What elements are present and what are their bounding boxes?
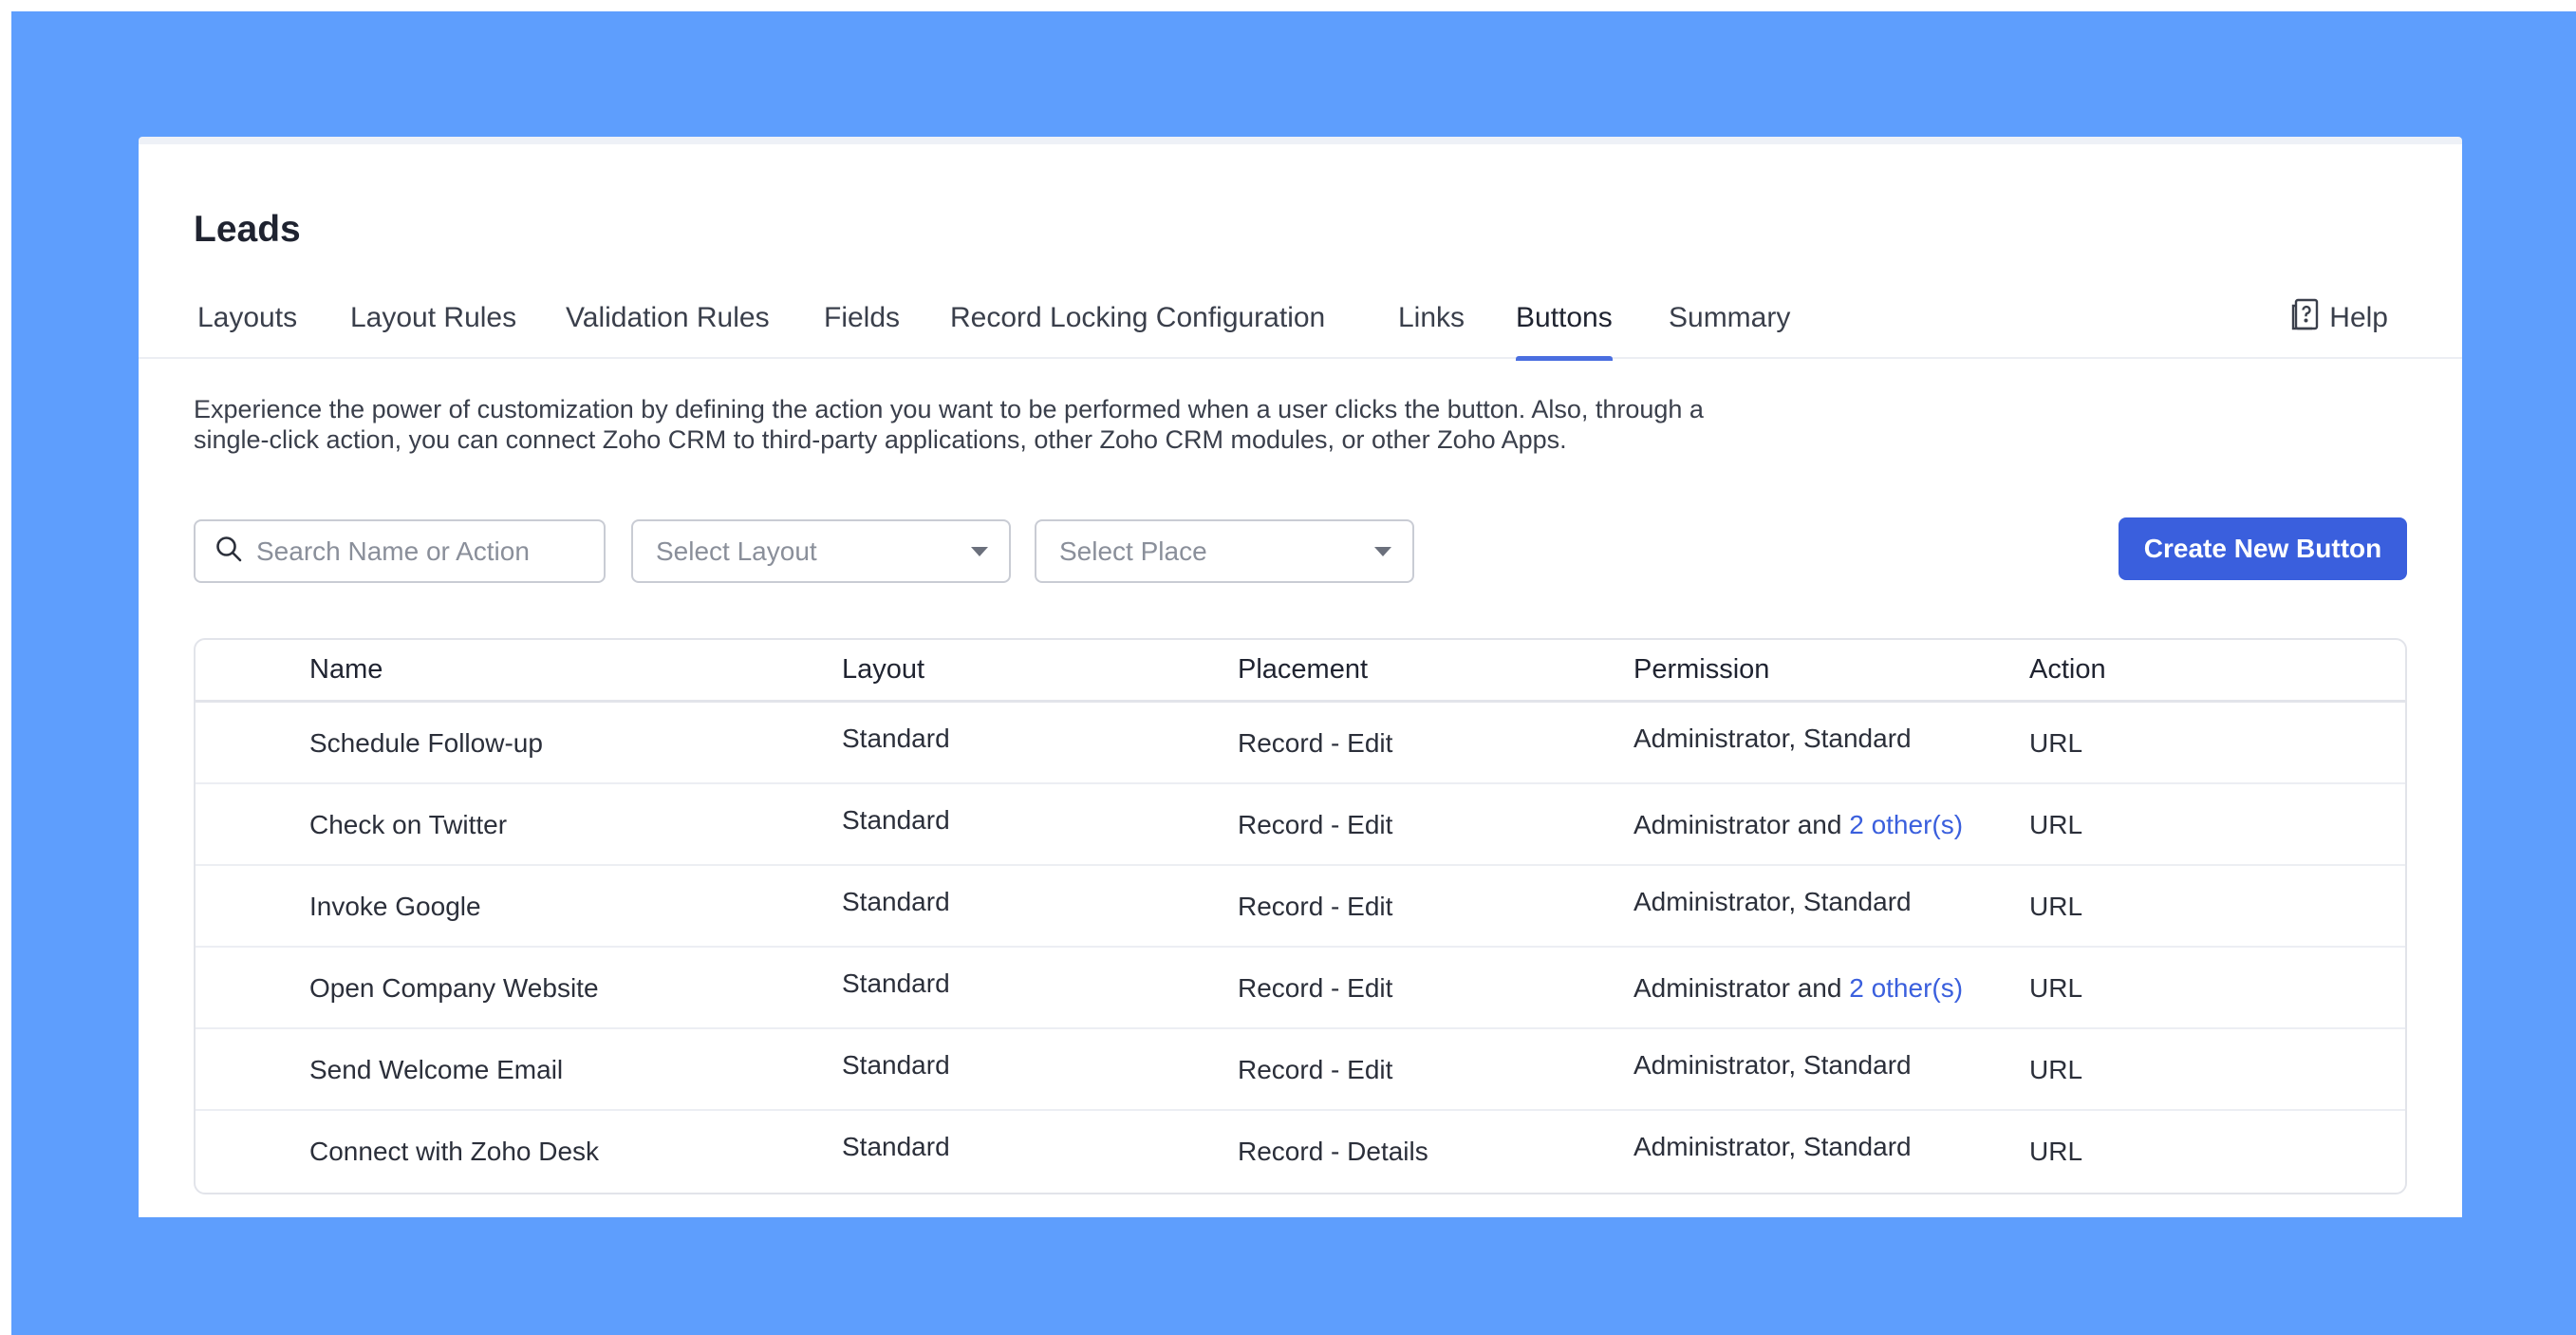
button-permission: Administrator and 2 other(s) [1633, 810, 1964, 839]
button-permission: Administrator, Standard [1633, 724, 1912, 753]
button-placement: Record - Edit [1238, 973, 1393, 1003]
table-row[interactable]: Schedule Follow-up Standard Record - Edi… [196, 703, 2405, 784]
table-row[interactable]: Send Welcome Email Standard Record - Edi… [196, 1029, 2405, 1111]
help-label: Help [2329, 302, 2388, 333]
button-placement: Record - Details [1238, 1137, 1428, 1166]
tab-layout-rules[interactable]: Layout Rules [350, 296, 516, 359]
button-layout: Standard [842, 724, 950, 753]
column-header-action[interactable]: Action [2029, 654, 2106, 686]
button-layout: Standard [842, 1132, 950, 1161]
button-name[interactable]: Open Company Website [309, 973, 599, 1004]
other-roles-link[interactable]: 2 other(s) [1849, 810, 1963, 839]
tab-record-locking-configuration[interactable]: Record Locking Configuration [950, 296, 1325, 359]
select-place-value: Select Place [1059, 536, 1207, 566]
tab-buttons[interactable]: Buttons [1516, 296, 1613, 361]
button-action: URL [2029, 810, 2083, 839]
column-header-name[interactable]: Name [309, 654, 383, 686]
tab-bar: Layouts Layout Rules Validation Rules Fi… [139, 296, 2462, 361]
button-name[interactable]: Schedule Follow-up [309, 728, 543, 759]
button-permission: Administrator, Standard [1633, 1050, 1912, 1080]
create-new-button[interactable]: Create New Button [2119, 517, 2407, 580]
page-title: Leads [194, 209, 301, 250]
select-place-dropdown[interactable]: Select Place [1035, 519, 1414, 583]
settings-card: Leads Layouts Layout Rules Validation Ru… [139, 137, 2462, 1217]
button-layout: Standard [842, 1050, 950, 1080]
button-action: URL [2029, 1137, 2083, 1166]
button-placement: Record - Edit [1238, 892, 1393, 921]
button-name[interactable]: Check on Twitter [309, 810, 507, 840]
table-row[interactable]: Open Company Website Standard Record - E… [196, 948, 2405, 1029]
tab-links[interactable]: Links [1398, 296, 1465, 359]
table-row[interactable]: Check on Twitter Standard Record - Edit … [196, 784, 2405, 866]
other-roles-link[interactable]: 2 other(s) [1849, 973, 1963, 1003]
button-layout: Standard [842, 968, 950, 998]
column-header-placement[interactable]: Placement [1238, 654, 1368, 686]
button-action: URL [2029, 1055, 2083, 1084]
button-permission: Administrator, Standard [1633, 887, 1912, 916]
button-permission: Administrator, Standard [1633, 1132, 1912, 1161]
table-row[interactable]: Connect with Zoho Desk Standard Record -… [196, 1111, 2405, 1193]
page-description: Experience the power of customization by… [194, 395, 1704, 454]
table-header: Name Layout Placement Permission Action [196, 640, 2405, 703]
button-placement: Record - Edit [1238, 728, 1393, 758]
tab-validation-rules[interactable]: Validation Rules [566, 296, 770, 359]
search-icon [215, 535, 243, 568]
button-action: URL [2029, 892, 2083, 921]
column-header-layout[interactable]: Layout [842, 654, 924, 686]
background-frame: Leads Layouts Layout Rules Validation Ru… [11, 11, 2576, 1335]
table-row[interactable]: Invoke Google Standard Record - Edit Adm… [196, 866, 2405, 948]
tab-layouts[interactable]: Layouts [197, 296, 297, 359]
button-action: URL [2029, 973, 2083, 1003]
select-layout-dropdown[interactable]: Select Layout [631, 519, 1011, 583]
button-name[interactable]: Invoke Google [309, 892, 481, 922]
chevron-down-icon [1374, 546, 1391, 556]
button-action: URL [2029, 728, 2083, 758]
button-placement: Record - Edit [1238, 810, 1393, 839]
search-input[interactable] [256, 536, 579, 567]
help-link[interactable]: Help [2291, 296, 2388, 340]
search-box[interactable] [194, 519, 606, 583]
tab-fields[interactable]: Fields [824, 296, 900, 359]
help-book-icon [2291, 298, 2320, 338]
select-layout-value: Select Layout [656, 536, 817, 566]
chevron-down-icon [971, 546, 988, 556]
button-layout: Standard [842, 887, 950, 916]
column-header-permission[interactable]: Permission [1633, 654, 1769, 686]
button-layout: Standard [842, 805, 950, 835]
button-name[interactable]: Connect with Zoho Desk [309, 1137, 599, 1167]
button-placement: Record - Edit [1238, 1055, 1393, 1084]
tab-summary[interactable]: Summary [1669, 296, 1790, 359]
button-name[interactable]: Send Welcome Email [309, 1055, 563, 1085]
buttons-table: Name Layout Placement Permission Action … [194, 638, 2407, 1194]
button-permission: Administrator and 2 other(s) [1633, 973, 1964, 1003]
